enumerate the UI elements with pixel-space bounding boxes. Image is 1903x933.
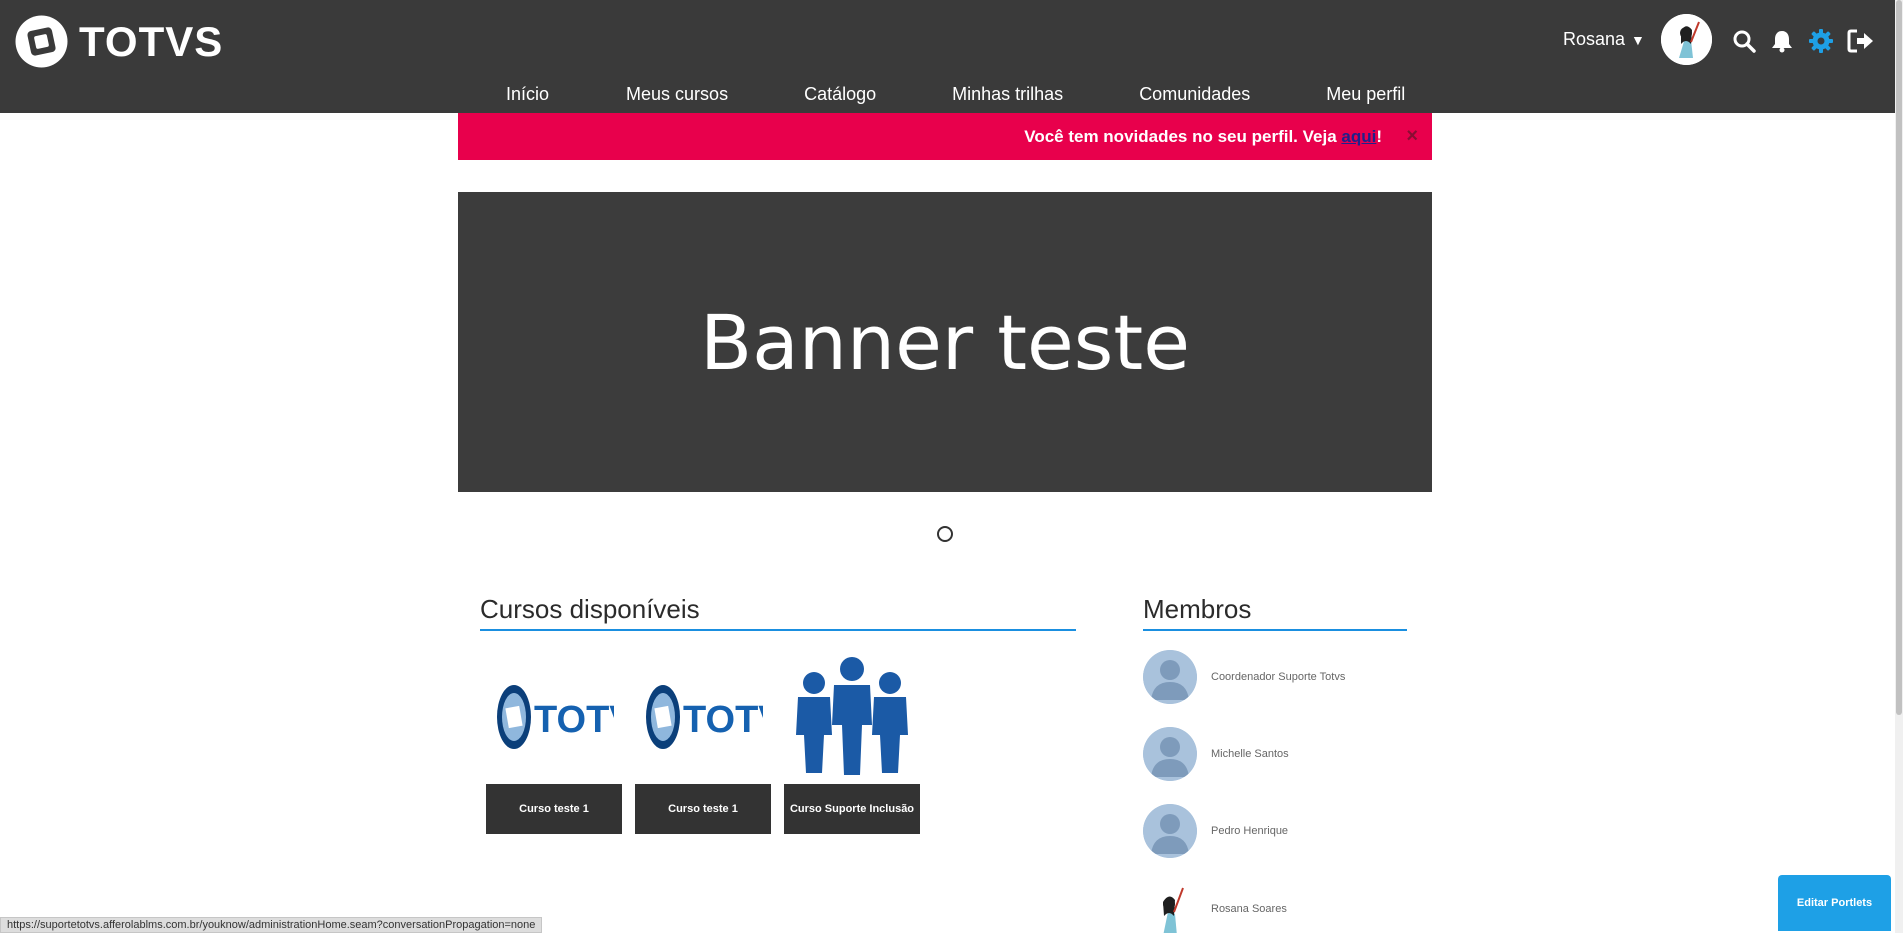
nav-item-meus-cursos[interactable]: Meus cursos [588, 80, 766, 108]
user-menu[interactable]: Rosana ▼ [1563, 29, 1645, 50]
default-avatar-icon [1143, 650, 1197, 704]
browser-status-url: https://suportetotvs.afferolablms.com.br… [0, 917, 543, 933]
nav-item-catalogo[interactable]: Catálogo [766, 80, 914, 108]
course-button[interactable]: Curso teste 1 [635, 784, 771, 834]
member-item[interactable]: Michelle Santos [1143, 727, 1289, 781]
notice-link[interactable]: aqui [1341, 127, 1376, 146]
bell-icon[interactable] [1767, 26, 1797, 56]
banner-text: Banner teste [700, 297, 1190, 387]
gear-icon[interactable] [1806, 26, 1836, 56]
totvs-logo-icon: TOTVS [486, 655, 622, 779]
default-avatar-icon [1143, 727, 1197, 781]
user-photo-icon [1661, 14, 1712, 65]
scrollbar-thumb[interactable] [1896, 0, 1902, 715]
user-photo-icon [1143, 882, 1197, 933]
default-avatar-icon [1143, 804, 1197, 858]
course-card[interactable]: TOTVS Curso teste 1 [635, 655, 771, 834]
course-button[interactable]: Curso Suporte Inclusão [784, 784, 920, 834]
courses-title: Cursos disponíveis [480, 594, 1076, 631]
svg-text:TOTVS: TOTVS [683, 699, 763, 741]
nav-item-inicio[interactable]: Início [467, 80, 588, 108]
edit-portlets-button[interactable]: Editar Portlets [1778, 875, 1891, 931]
course-button[interactable]: Curso teste 1 [486, 784, 622, 834]
user-name: Rosana [1563, 29, 1626, 49]
member-name: Coordenador Suporte Totvs [1211, 671, 1346, 683]
nav-item-minhas-trilhas[interactable]: Minhas trilhas [914, 80, 1101, 108]
logo-text: TOTVS [79, 17, 224, 65]
member-name: Michelle Santos [1211, 748, 1289, 760]
member-name: Pedro Henrique [1211, 825, 1289, 837]
user-avatar[interactable] [1661, 14, 1712, 65]
course-card[interactable]: Curso Suporte Inclusão [784, 655, 920, 834]
course-card[interactable]: TOTVS Curso teste 1 [486, 655, 622, 834]
member-item[interactable]: Pedro Henrique [1143, 804, 1288, 858]
svg-text:TOTVS: TOTVS [534, 699, 614, 741]
totvs-logo-icon [15, 15, 68, 68]
top-header: TOTVS Rosana ▼ Início Meus cursos Catálo… [0, 0, 1895, 113]
totvs-logo[interactable]: TOTVS [14, 14, 223, 69]
people-group-icon [784, 655, 920, 779]
page-scrollbar[interactable] [1895, 0, 1903, 933]
member-name: Rosana Soares [1211, 903, 1287, 915]
close-icon[interactable]: × [1406, 125, 1418, 148]
totvs-logo-icon: TOTVS [635, 655, 771, 779]
logout-icon[interactable] [1846, 26, 1876, 56]
carousel-dot[interactable] [937, 526, 953, 542]
chevron-down-icon: ▼ [1631, 31, 1645, 48]
nav-item-meu-perfil[interactable]: Meu perfil [1288, 80, 1443, 108]
member-item[interactable]: Rosana Soares [1143, 882, 1287, 933]
search-icon[interactable] [1729, 26, 1759, 56]
nav-item-comunidades[interactable]: Comunidades [1101, 80, 1288, 108]
banner[interactable]: Banner teste [458, 192, 1432, 492]
members-title: Membros [1143, 594, 1407, 631]
main-nav: Início Meus cursos Catálogo Minhas trilh… [467, 80, 1443, 108]
member-item[interactable]: Coordenador Suporte Totvs [1143, 650, 1345, 704]
notice-text: Você tem novidades no seu perfil. Veja a… [1024, 126, 1382, 146]
profile-notice: Você tem novidades no seu perfil. Veja a… [458, 113, 1432, 160]
